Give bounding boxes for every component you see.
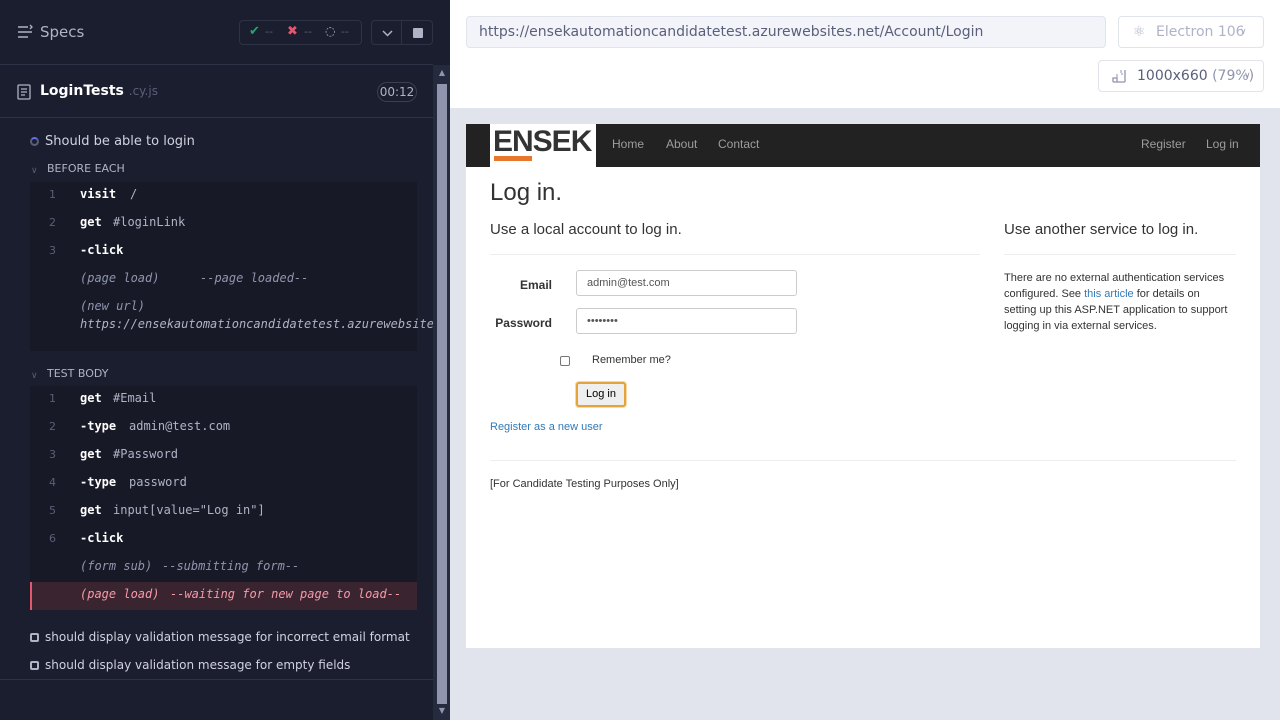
failed-count: -- — [304, 25, 312, 38]
pending-count: -- — [341, 25, 349, 38]
test-list: Should be able to login ∨ BEFORE EACH 1 … — [0, 119, 433, 679]
command-row[interactable]: 2 -type admin@test.com — [30, 414, 417, 442]
test-body-label[interactable]: TEST BODY — [47, 367, 108, 380]
password-label: Password — [495, 316, 552, 330]
test-item[interactable]: should display validation message for in… — [30, 630, 410, 644]
specs-header: Specs ✔ -- ✖ -- ◌ -- — [0, 0, 433, 65]
before-each-commands: 1 visit / 2 get #loginLink 3 -click (pag… — [30, 182, 433, 351]
nav-about-link[interactable]: About — [666, 137, 697, 151]
chevron-down-icon — [382, 30, 393, 37]
scroll-down-icon[interactable]: ▼ — [437, 706, 447, 715]
test-stats: ✔ -- ✖ -- ◌ -- — [239, 20, 362, 45]
password-field[interactable]: •••••••• — [576, 308, 797, 334]
divider — [490, 254, 980, 255]
page-load-pending-event[interactable]: (page load) --waiting for new page to lo… — [30, 582, 417, 610]
command-row[interactable]: 5 get input[value="Log in"] — [30, 498, 417, 526]
page-title: Log in. — [490, 179, 563, 206]
chevron-down-icon[interactable]: ∨ — [31, 371, 38, 381]
nav-contact-link[interactable]: Contact — [718, 137, 759, 151]
pending-icon: ◌ — [325, 24, 336, 38]
command-row[interactable]: 1 get #Email — [30, 386, 417, 414]
nav-login-link[interactable]: Log in — [1206, 137, 1239, 151]
viewport-selector[interactable]: 1000x660 (79%) ∨ — [1098, 60, 1264, 92]
app-under-test-frame: ENSEK Home About Contact Register Log in… — [466, 124, 1260, 648]
command-row[interactable]: 6 -click — [30, 526, 417, 554]
current-test-title[interactable]: Should be able to login — [45, 134, 195, 149]
app-preview-panel: https://ensekautomationcandidatetest.azu… — [450, 0, 1280, 720]
email-label: Email — [519, 278, 552, 292]
new-url-event[interactable]: (new url) https://ensekautomationcandida… — [80, 297, 433, 333]
options-dropdown-button[interactable] — [371, 20, 402, 45]
nav-register-link[interactable]: Register — [1141, 137, 1186, 151]
stop-icon — [413, 28, 423, 38]
external-login-heading: Use another service to log in. — [1004, 221, 1199, 238]
spec-file-name: LoginTests .cy.js — [40, 83, 158, 99]
check-icon: ✔ — [249, 24, 260, 39]
preview-toolbar: https://ensekautomationcandidatetest.azu… — [450, 0, 1280, 108]
specs-label[interactable]: Specs — [40, 23, 84, 41]
viewport-icon — [1112, 70, 1126, 83]
chevron-down-icon[interactable]: ∨ — [31, 166, 38, 176]
nav-home-link[interactable]: Home — [612, 137, 644, 151]
remember-me-label[interactable]: Remember me? — [592, 354, 671, 366]
spec-file-ext: .cy.js — [128, 84, 158, 98]
command-row[interactable]: 4 -type password — [30, 470, 417, 498]
form-submit-event[interactable]: (form sub) --submitting form-- — [30, 554, 417, 582]
register-link[interactable]: Register as a new user — [490, 421, 603, 433]
divider — [0, 679, 433, 680]
chevron-down-icon: ∨ — [1244, 71, 1251, 81]
remember-me-checkbox[interactable] — [560, 356, 570, 366]
chevron-down-icon: ∨ — [1240, 27, 1247, 37]
run-duration: 00:12 — [377, 82, 417, 102]
logo-accent-bar — [494, 156, 532, 161]
footer-text: [For Candidate Testing Purposes Only] — [490, 478, 679, 490]
test-body-commands: 1 get #Email 2 -type admin@test.com 3 ge… — [30, 386, 417, 610]
x-icon: ✖ — [287, 24, 298, 39]
local-account-heading: Use a local account to log in. — [490, 221, 682, 238]
external-auth-message: There are no external authentication ser… — [1004, 272, 1228, 332]
passed-count: -- — [265, 25, 273, 38]
site-navbar: ENSEK Home About Contact Register Log in — [466, 124, 1260, 167]
url-bar[interactable]: https://ensekautomationcandidatetest.azu… — [466, 16, 1106, 48]
running-spinner-icon — [30, 137, 39, 146]
this-article-link[interactable]: this article — [1084, 288, 1134, 300]
electron-icon: ⚛ — [1133, 24, 1146, 40]
browser-selector[interactable]: ⚛ Electron 106 ∨ — [1118, 16, 1264, 48]
ensek-logo[interactable]: ENSEK — [490, 124, 596, 167]
test-pending-icon — [30, 661, 39, 670]
stop-button[interactable] — [402, 20, 433, 45]
command-row[interactable]: 3 get #Password — [30, 442, 417, 470]
command-log-panel: Specs ✔ -- ✖ -- ◌ -- LoginTests .cy.js 0… — [0, 0, 450, 720]
before-each-label[interactable]: BEFORE EACH — [47, 162, 125, 175]
scroll-up-icon[interactable]: ▲ — [437, 68, 447, 77]
scrollbar-thumb[interactable] — [437, 84, 447, 704]
page-load-event[interactable]: (page load) --page loaded-- — [30, 266, 417, 294]
command-row[interactable]: 2 get #loginLink — [30, 210, 417, 238]
document-icon — [17, 84, 31, 100]
email-field[interactable]: admin@test.com — [576, 270, 797, 296]
test-item[interactable]: should display validation message for em… — [30, 658, 350, 672]
command-row[interactable]: 1 visit / — [30, 182, 417, 210]
divider — [490, 460, 1236, 461]
test-pending-icon — [30, 633, 39, 642]
login-button[interactable]: Log in — [576, 382, 626, 407]
menu-icon[interactable] — [17, 24, 33, 40]
divider — [1004, 254, 1236, 255]
spec-file-header: LoginTests .cy.js 00:12 — [0, 66, 433, 118]
command-row[interactable]: 3 -click — [30, 238, 417, 266]
